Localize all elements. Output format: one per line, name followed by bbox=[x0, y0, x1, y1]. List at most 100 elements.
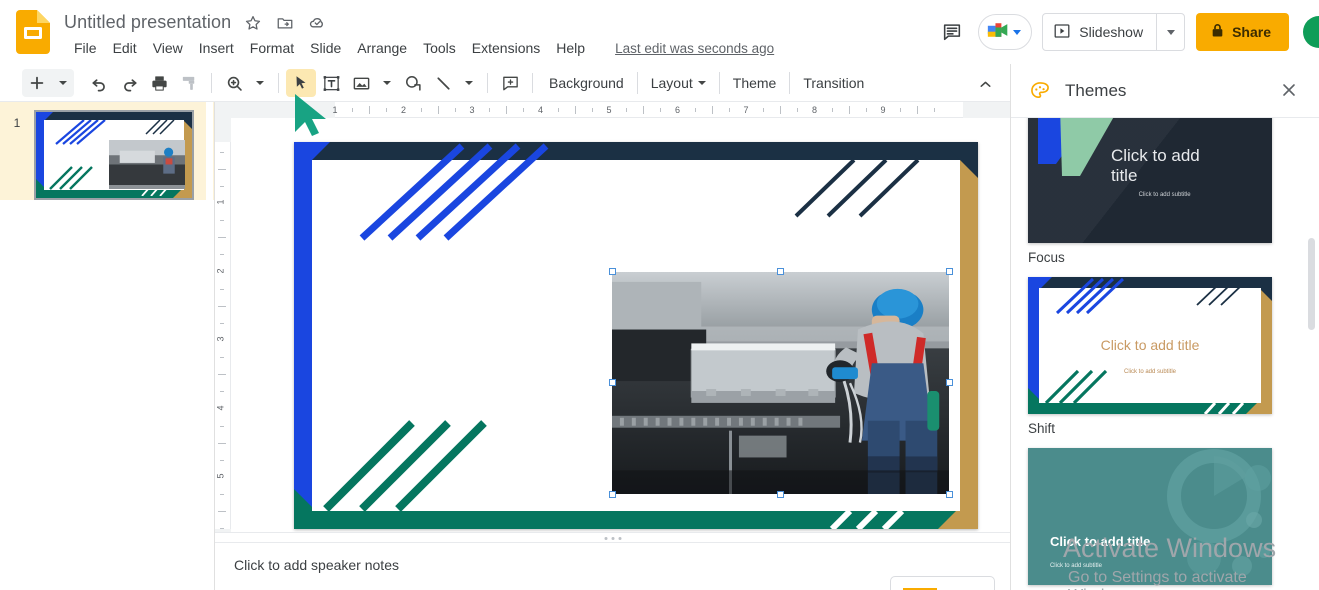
google-meet-button[interactable] bbox=[978, 14, 1033, 50]
avatar[interactable] bbox=[1303, 16, 1319, 48]
menu-edit[interactable]: Edit bbox=[105, 38, 145, 58]
image-handle-n[interactable] bbox=[776, 268, 784, 276]
ruler-h-tick bbox=[506, 106, 508, 114]
theme-thumbnail-shift[interactable]: Click to add title Click to add subtitle bbox=[1028, 277, 1272, 414]
transition-button[interactable]: Transition bbox=[794, 71, 873, 95]
image-handle-e[interactable] bbox=[945, 379, 953, 387]
slide-stripes-teal bbox=[323, 420, 487, 512]
themes-list[interactable]: Click to add title Click to add subtitle… bbox=[1011, 118, 1319, 590]
thumb-stripes-teal bbox=[49, 166, 93, 190]
vertical-ruler[interactable]: 1 2 3 4 5 bbox=[215, 118, 231, 590]
speaker-notes-pane[interactable]: Click to add speaker notes bbox=[215, 542, 1010, 590]
image-handle-w[interactable] bbox=[608, 379, 616, 387]
theme-name-focus: Focus bbox=[1028, 250, 1065, 265]
zoom-icon[interactable] bbox=[219, 69, 249, 97]
cloud-saved-icon[interactable] bbox=[307, 13, 327, 33]
print-icon[interactable] bbox=[144, 69, 174, 97]
line-icon[interactable] bbox=[428, 69, 458, 97]
palette-icon bbox=[1029, 80, 1051, 102]
line-options-button[interactable] bbox=[458, 69, 480, 97]
filmstrip-slide-1[interactable]: 1 bbox=[0, 102, 214, 200]
menu-view[interactable]: View bbox=[145, 38, 191, 58]
image-handle-se[interactable] bbox=[945, 490, 953, 498]
drag-handle-dots-icon bbox=[604, 537, 621, 540]
menu-arrange[interactable]: Arrange bbox=[349, 38, 415, 58]
menu-help[interactable]: Help bbox=[548, 38, 593, 58]
thumb-stripes-blue bbox=[55, 120, 106, 145]
insert-image-icon[interactable] bbox=[346, 69, 376, 97]
current-slide[interactable] bbox=[294, 142, 978, 529]
paint-format-icon[interactable] bbox=[174, 69, 204, 97]
theme-button[interactable]: Theme bbox=[724, 71, 786, 95]
ruler-v-label: 1 bbox=[215, 199, 226, 205]
redo-icon[interactable] bbox=[114, 69, 144, 97]
new-slide-options-button[interactable] bbox=[52, 69, 74, 97]
collapse-toolbar-button[interactable] bbox=[972, 71, 998, 97]
speaker-notes-placeholder[interactable]: Click to add speaker notes bbox=[234, 557, 399, 573]
image-options-button[interactable] bbox=[376, 69, 398, 97]
add-slide-icon[interactable] bbox=[22, 69, 52, 97]
page-title[interactable]: Untitled presentation bbox=[64, 12, 231, 33]
background-button[interactable]: Background bbox=[540, 71, 633, 95]
themes-panel-scrollbar[interactable] bbox=[1308, 238, 1315, 330]
slide-thumbnail[interactable] bbox=[34, 110, 194, 200]
app-header: Untitled presentation File Edit View Ins… bbox=[0, 0, 1319, 64]
theme-card-third[interactable]: Click to add title Click to add subtitle bbox=[1028, 448, 1272, 585]
filmstrip-empty-area bbox=[0, 200, 214, 590]
ruler-h-tick bbox=[694, 108, 696, 112]
ruler-h-tick bbox=[557, 108, 559, 112]
ruler-v-tick bbox=[220, 185, 224, 187]
menu-insert[interactable]: Insert bbox=[191, 38, 242, 58]
new-slide-group bbox=[22, 69, 74, 97]
comment-history-icon[interactable] bbox=[932, 12, 972, 52]
ruler-v-tick bbox=[220, 220, 224, 222]
slideshow-options-button[interactable] bbox=[1156, 14, 1184, 50]
theme-thumbnail-focus[interactable]: Click to add title Click to add subtitle bbox=[1028, 118, 1272, 243]
menu-extensions[interactable]: Extensions bbox=[464, 38, 548, 58]
text-box-icon[interactable] bbox=[316, 69, 346, 97]
horizontal-ruler[interactable]: 1 2 3 4 5 6 7 8 9 bbox=[215, 102, 1010, 118]
menu-tools[interactable]: Tools bbox=[415, 38, 464, 58]
notes-splitter[interactable] bbox=[215, 532, 1010, 542]
layout-button[interactable]: Layout bbox=[642, 71, 715, 95]
ruler-h-label: 9 bbox=[880, 105, 886, 115]
slide-image[interactable] bbox=[612, 271, 950, 495]
ruler-h-tick bbox=[420, 108, 422, 112]
ruler-v-tick bbox=[220, 494, 224, 496]
shift-stripes-navy bbox=[1196, 283, 1244, 306]
ruler-h-label: 1 bbox=[332, 105, 338, 115]
image-handle-s[interactable] bbox=[776, 490, 784, 498]
filmstrip-scrollbar[interactable] bbox=[206, 102, 213, 590]
ruler-v-label: 5 bbox=[215, 473, 226, 479]
menu-file[interactable]: File bbox=[66, 38, 105, 58]
add-comment-icon[interactable] bbox=[495, 69, 525, 97]
ruler-h-tick bbox=[626, 108, 628, 112]
move-to-folder-icon[interactable] bbox=[275, 13, 295, 33]
theme-thumbnail-third[interactable]: Click to add title Click to add subtitle bbox=[1028, 448, 1272, 585]
close-icon[interactable] bbox=[1279, 80, 1301, 102]
menu-format[interactable]: Format bbox=[242, 38, 302, 58]
share-button[interactable]: Share bbox=[1196, 13, 1289, 51]
menu-slide[interactable]: Slide bbox=[302, 38, 349, 58]
undo-icon[interactable] bbox=[84, 69, 114, 97]
title-row: Untitled presentation bbox=[64, 12, 327, 33]
last-edit-status[interactable]: Last edit was seconds ago bbox=[615, 41, 774, 56]
theme-card-shift[interactable]: Click to add title Click to add subtitle… bbox=[1028, 277, 1272, 436]
zoom-options-button[interactable] bbox=[249, 69, 271, 97]
image-handle-nw[interactable] bbox=[608, 268, 616, 276]
shape-icon[interactable] bbox=[398, 69, 428, 97]
image-handle-ne[interactable] bbox=[945, 268, 953, 276]
ruler-h-tick bbox=[934, 108, 936, 112]
image-handle-sw[interactable] bbox=[608, 490, 616, 498]
ruler-v-label: 4 bbox=[215, 404, 226, 411]
select-cursor-icon[interactable] bbox=[286, 69, 316, 97]
slideshow-button[interactable]: Slideshow bbox=[1043, 14, 1156, 50]
slide-stage[interactable] bbox=[231, 118, 1010, 543]
explore-card[interactable] bbox=[890, 576, 995, 590]
star-icon[interactable] bbox=[243, 13, 263, 33]
shift-title-placeholder: Click to add title bbox=[1100, 337, 1200, 354]
ruler-v-tick bbox=[220, 151, 224, 153]
shift-stripes-gold bbox=[1203, 403, 1245, 414]
shift-stripes-blue bbox=[1055, 277, 1125, 315]
theme-card-focus[interactable]: Click to add title Click to add subtitle… bbox=[1028, 118, 1272, 265]
